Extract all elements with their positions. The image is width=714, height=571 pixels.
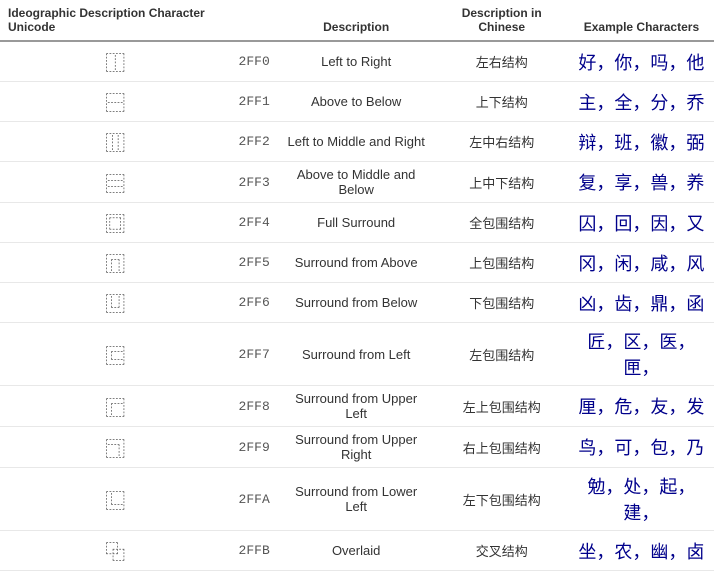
unicode-value: 2FFB xyxy=(231,531,278,571)
example-characters: 鸟，可，包，乃 xyxy=(569,427,714,468)
description-text: Left to Middle and Right xyxy=(278,122,435,162)
unicode-value: 2FF7 xyxy=(231,323,278,386)
idc-character: ⿲ xyxy=(0,122,231,162)
chinese-description: 左中右结构 xyxy=(435,122,569,162)
unicode-value: 2FF2 xyxy=(231,122,278,162)
example-characters: 复，享，兽，养 xyxy=(569,162,714,203)
example-characters: 冈，闲，咸，风 xyxy=(569,243,714,283)
chinese-description: 右上包围结构 xyxy=(435,427,569,468)
chinese-description: 上下结构 xyxy=(435,82,569,122)
unicode-value: 2FF8 xyxy=(231,386,278,427)
idc-character: ⿴ xyxy=(0,203,231,243)
unicode-value: 2FF6 xyxy=(231,283,278,323)
table-row: ⿹2FF9Surround from Upper Right右上包围结构鸟，可，… xyxy=(0,427,714,468)
chinese-description: 左右结构 xyxy=(435,41,569,82)
chinese-description: 上中下结构 xyxy=(435,162,569,203)
unicode-value: 2FF3 xyxy=(231,162,278,203)
unicode-value: 2FFA xyxy=(231,468,278,531)
idc-character: ⿶ xyxy=(0,283,231,323)
description-text: Surround from Left xyxy=(278,323,435,386)
idc-character: ⿳ xyxy=(0,162,231,203)
idc-character: ⿹ xyxy=(0,427,231,468)
idc-character: ⿷ xyxy=(0,323,231,386)
table-row: ⿶2FF6Surround from Below下包围结构凶，齿，鼎，函 xyxy=(0,283,714,323)
example-characters: 辩，班，徽，弼 xyxy=(569,122,714,162)
description-text: Overlaid xyxy=(278,531,435,571)
chinese-description: 交叉结构 xyxy=(435,531,569,571)
idc-character: ⿱ xyxy=(0,82,231,122)
chinese-description: 左下包围结构 xyxy=(435,468,569,531)
table-row: ⿻2FFBOverlaid交叉结构坐，农，幽，卤 xyxy=(0,531,714,571)
col-header-examples: Example Characters xyxy=(569,0,714,41)
example-characters: 匠，区，医，匣， xyxy=(569,323,714,386)
example-characters: 好，你，吗，他 xyxy=(569,41,714,82)
example-characters: 凶，齿，鼎，函 xyxy=(569,283,714,323)
table-row: ⿱2FF1Above to Below上下结构主，全，分，乔 xyxy=(0,82,714,122)
idc-character: ⿰ xyxy=(0,41,231,82)
chinese-description: 左包围结构 xyxy=(435,323,569,386)
ideographic-description-table: Ideographic Description Character Unicod… xyxy=(0,0,714,571)
unicode-value: 2FF5 xyxy=(231,243,278,283)
table-row: ⿳2FF3Above to Middle and Below上中下结构复，享，兽… xyxy=(0,162,714,203)
table-row: ⿴2FF4Full Surround全包围结构囚，回，因，又 xyxy=(0,203,714,243)
col-header-description: Description xyxy=(278,0,435,41)
description-text: Surround from Above xyxy=(278,243,435,283)
table-row: ⿺2FFASurround from Lower Left左下包围结构勉，处，起… xyxy=(0,468,714,531)
table-row: ⿰2FF0Left to Right左右结构好，你，吗，他 xyxy=(0,41,714,82)
description-text: Surround from Below xyxy=(278,283,435,323)
col-header-chinese: Description in Chinese xyxy=(435,0,569,41)
example-characters: 勉，处，起，建， xyxy=(569,468,714,531)
idc-character: ⿵ xyxy=(0,243,231,283)
example-characters: 主，全，分，乔 xyxy=(569,82,714,122)
chinese-description: 全包围结构 xyxy=(435,203,569,243)
description-text: Above to Middle and Below xyxy=(278,162,435,203)
table-row: ⿸2FF8Surround from Upper Left左上包围结构厘，危，友… xyxy=(0,386,714,427)
table-row: ⿵2FF5Surround from Above上包围结构冈，闲，咸，风 xyxy=(0,243,714,283)
chinese-description: 上包围结构 xyxy=(435,243,569,283)
idc-character: ⿻ xyxy=(0,531,231,571)
unicode-value: 2FF0 xyxy=(231,41,278,82)
table-row: ⿷2FF7Surround from Left左包围结构匠，区，医，匣， xyxy=(0,323,714,386)
unicode-value: 2FF4 xyxy=(231,203,278,243)
chinese-description: 左上包围结构 xyxy=(435,386,569,427)
table-row: ⿲2FF2Left to Middle and Right左中右结构辩，班，徽，… xyxy=(0,122,714,162)
example-characters: 坐，农，幽，卤 xyxy=(569,531,714,571)
col-header-unicode xyxy=(231,0,278,41)
idc-character: ⿺ xyxy=(0,468,231,531)
idc-character: ⿸ xyxy=(0,386,231,427)
description-text: Above to Below xyxy=(278,82,435,122)
chinese-description: 下包围结构 xyxy=(435,283,569,323)
unicode-value: 2FF1 xyxy=(231,82,278,122)
col-header-char: Ideographic Description Character Unicod… xyxy=(0,0,231,41)
description-text: Left to Right xyxy=(278,41,435,82)
example-characters: 厘，危，友，发 xyxy=(569,386,714,427)
description-text: Surround from Upper Left xyxy=(278,386,435,427)
description-text: Full Surround xyxy=(278,203,435,243)
description-text: Surround from Lower Left xyxy=(278,468,435,531)
description-text: Surround from Upper Right xyxy=(278,427,435,468)
example-characters: 囚，回，因，又 xyxy=(569,203,714,243)
unicode-value: 2FF9 xyxy=(231,427,278,468)
